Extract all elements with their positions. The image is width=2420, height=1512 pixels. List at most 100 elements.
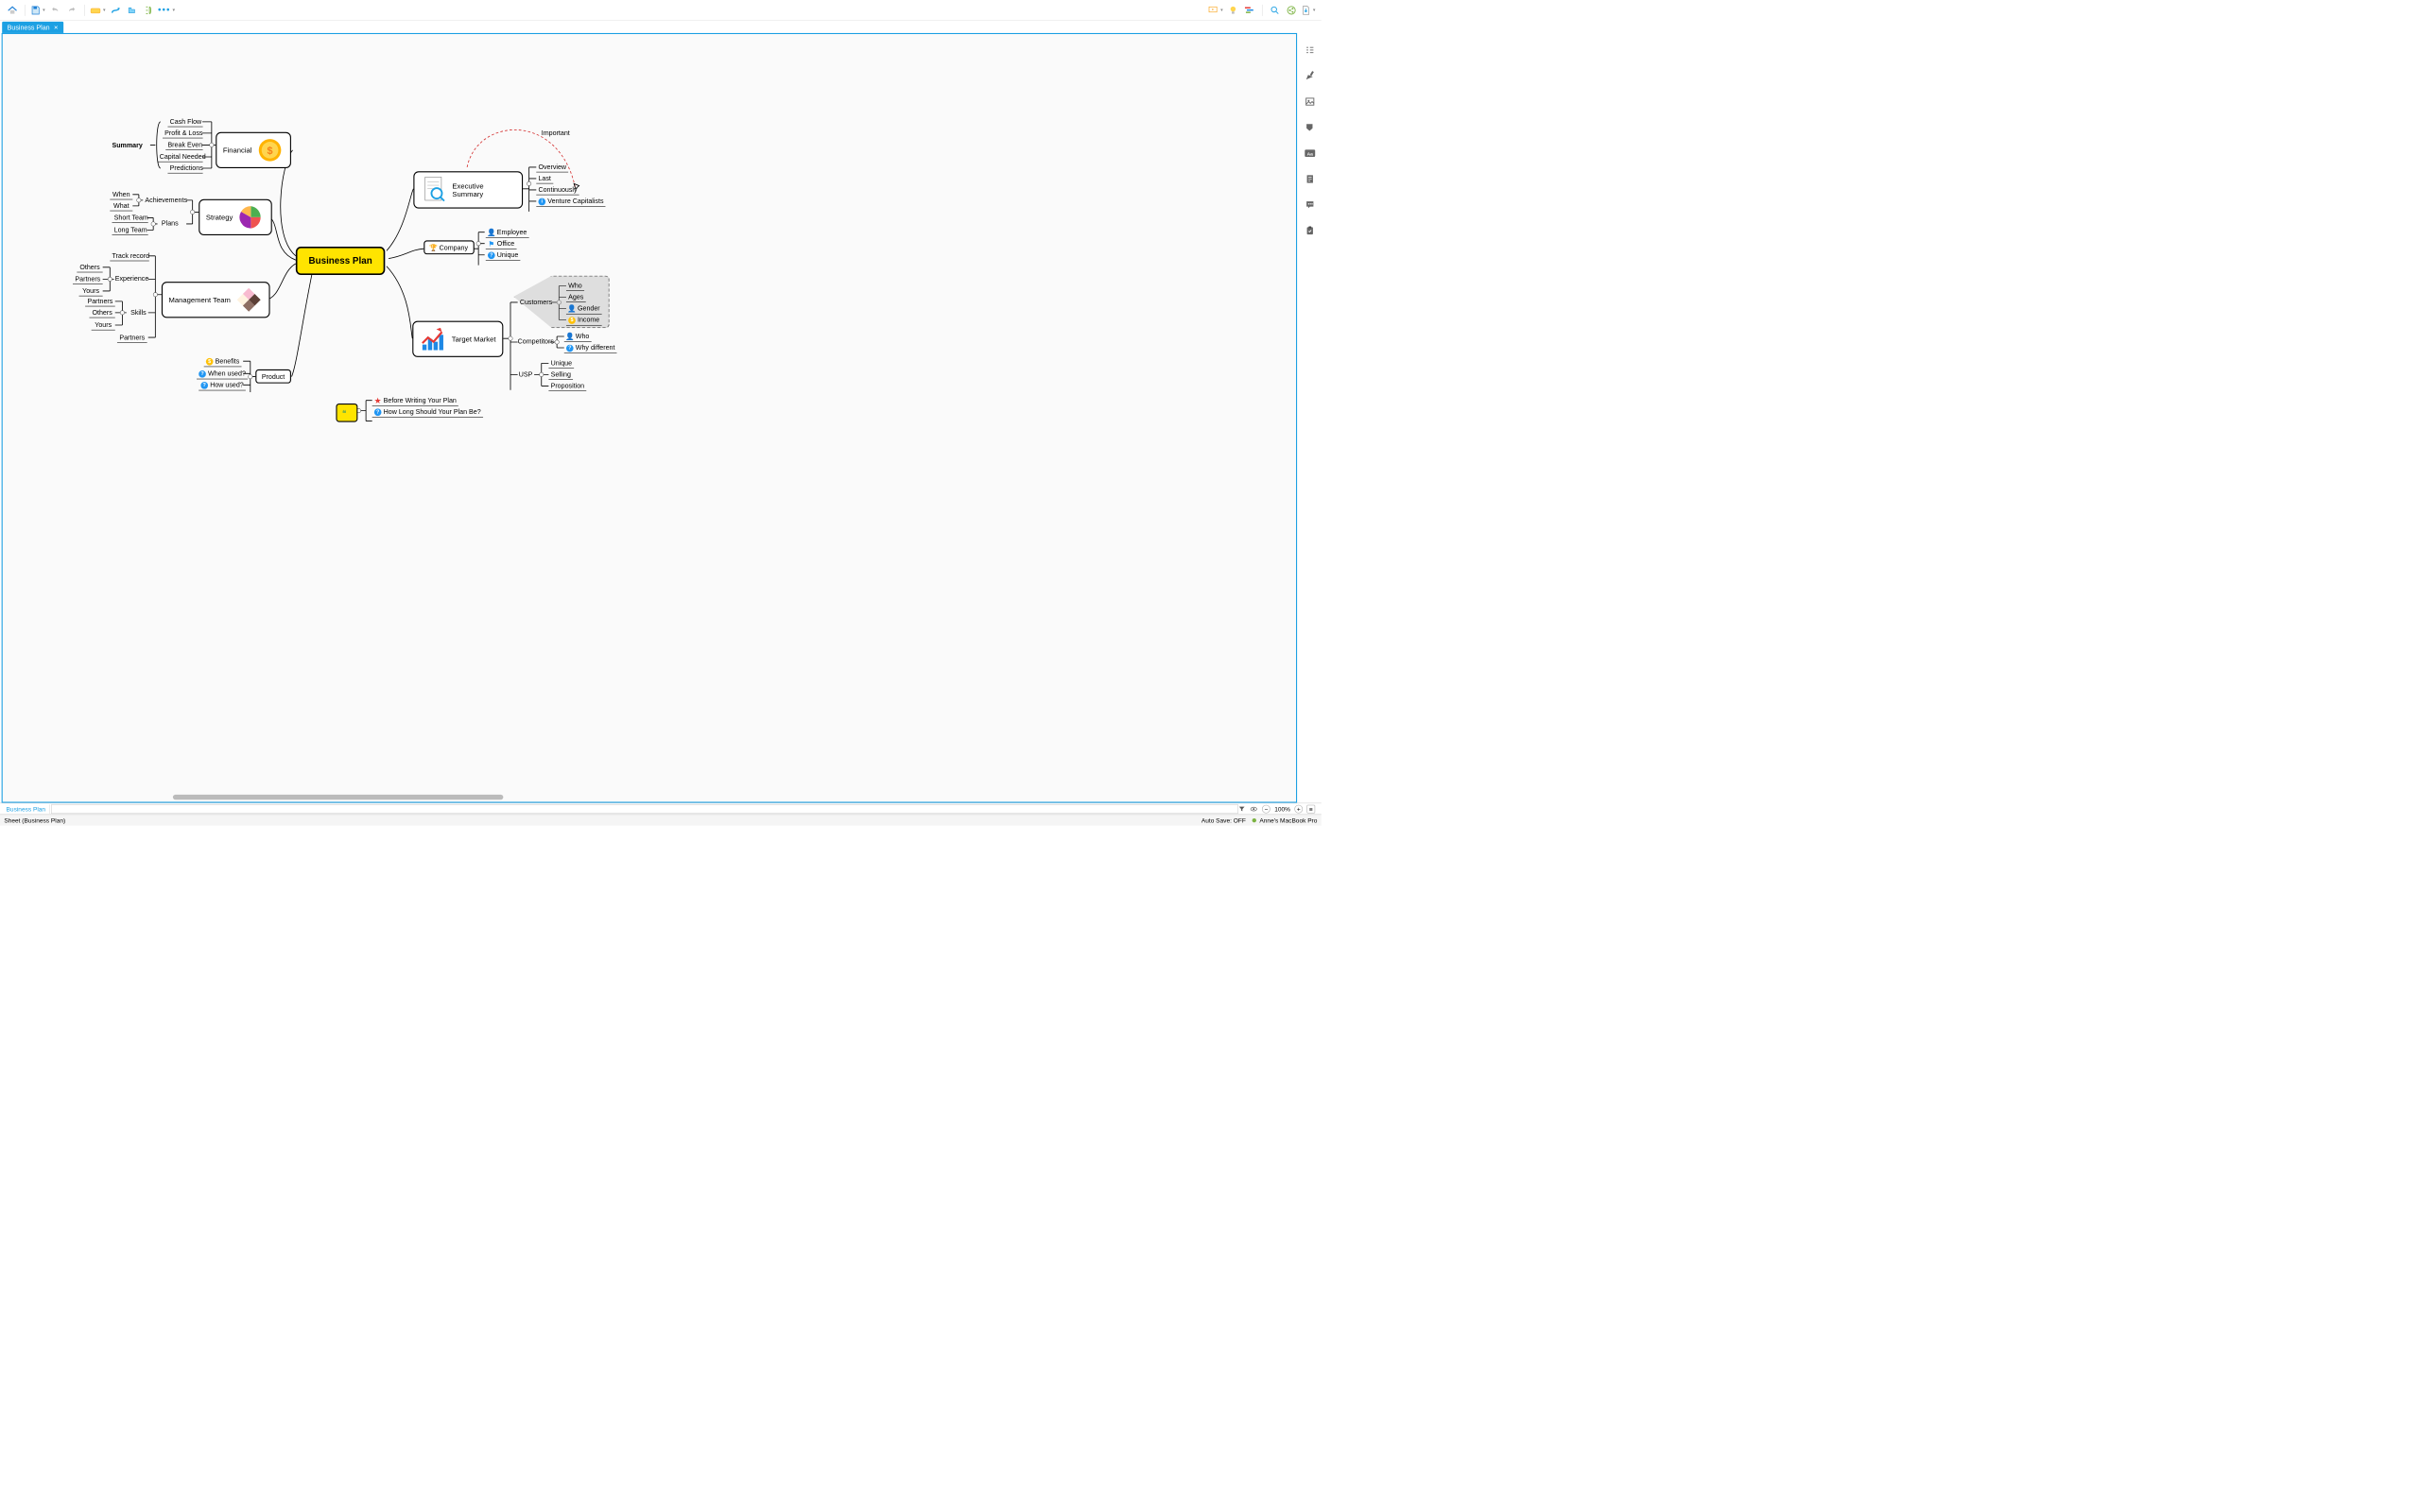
summary-button[interactable] [142, 3, 156, 17]
export-button[interactable]: ▼ [1301, 5, 1316, 16]
group-skills[interactable]: Skills [130, 309, 147, 317]
marker-icon[interactable] [1304, 121, 1317, 134]
node-label: Management Team [169, 296, 231, 304]
sheet-name-input[interactable] [51, 804, 1238, 814]
search-button[interactable] [1268, 3, 1282, 17]
node-product[interactable]: Product [255, 369, 291, 384]
leaf[interactable]: When [110, 189, 132, 199]
node-center[interactable]: Business Plan [296, 247, 385, 275]
leaf[interactable]: $Income [566, 315, 601, 325]
comments-icon[interactable] [1304, 198, 1317, 212]
share-button[interactable] [1284, 3, 1298, 17]
presentation-button[interactable]: ▼ [1207, 5, 1223, 15]
filter-icon[interactable] [1238, 805, 1246, 813]
notes-icon[interactable] [1304, 172, 1317, 185]
leaf[interactable]: Selling [548, 369, 573, 380]
relationship-label[interactable]: Important [542, 129, 570, 137]
leaf[interactable]: Ages [566, 292, 586, 302]
leaf[interactable]: Continuously [536, 184, 579, 195]
group-plans[interactable]: Plans [162, 219, 179, 227]
node-company[interactable]: 🏆 Company [424, 240, 474, 254]
leaf[interactable]: ⚑Office [486, 238, 517, 249]
redo-button[interactable] [64, 3, 78, 17]
status-autosave: Auto Save: OFF [1201, 816, 1246, 824]
leaf[interactable]: Last [536, 173, 553, 183]
image-icon[interactable] [1304, 94, 1317, 108]
svg-text:$: $ [268, 146, 273, 157]
leaf[interactable]: Track record [110, 250, 148, 261]
leaf[interactable]: Short Team [112, 213, 147, 223]
group-achievements[interactable]: Achievements [145, 196, 187, 203]
leaf[interactable]: Partners [117, 333, 147, 343]
leaf[interactable]: What [110, 200, 132, 211]
mindmap-canvas[interactable]: Business Plan Financial $ Summary Cash F… [2, 33, 1297, 803]
svg-text:Aa: Aa [1307, 151, 1314, 157]
close-tab-icon[interactable]: × [54, 24, 58, 32]
brainstorm-button[interactable] [1226, 3, 1240, 17]
leaf[interactable]: ★Before Writing Your Plan [372, 395, 458, 405]
leaf[interactable]: ?Unique [486, 249, 521, 260]
leaf[interactable]: Capital Needed [158, 152, 203, 163]
node-exec-summary[interactable]: Executive Summary [413, 171, 523, 208]
node-strategy[interactable]: Strategy [199, 199, 272, 235]
save-button[interactable]: ▼ [30, 5, 45, 15]
leaf[interactable]: Yours [79, 285, 103, 296]
node-management[interactable]: Management Team [162, 282, 269, 318]
leaf[interactable]: Others [89, 307, 114, 318]
node-label: Target Market [452, 335, 496, 343]
style-icon[interactable] [1304, 69, 1317, 82]
zoom-menu-button[interactable]: ≡ [1306, 804, 1315, 813]
leaf[interactable]: iVenture Capitalists [536, 196, 605, 206]
horizontal-scrollbar[interactable] [173, 795, 503, 799]
gantt-button[interactable] [1242, 3, 1256, 17]
leaf[interactable]: Others [77, 262, 102, 272]
node-target-market[interactable]: Target Market [412, 321, 503, 357]
document-tab[interactable]: Business Plan × [2, 22, 63, 33]
outline-icon[interactable] [1304, 43, 1317, 57]
task-icon[interactable] [1304, 224, 1317, 237]
zoom-value: 100% [1274, 805, 1290, 813]
zoom-out-button[interactable]: − [1262, 804, 1270, 813]
trophy-icon: 🏆 [430, 244, 438, 251]
sheet-bar: Business Plan − 100% + ≡ [0, 803, 1322, 815]
leaf[interactable]: Profit & Loss [163, 128, 203, 138]
leaf[interactable]: Proposition [548, 381, 586, 391]
leaf[interactable]: Long Team [112, 225, 147, 235]
leaf[interactable]: $Benefits [204, 356, 242, 367]
leaf[interactable]: ?When used? [197, 369, 248, 379]
node-floating[interactable]: ❝ [336, 404, 357, 422]
status-bar: Sheet (Business Plan) Auto Save: OFF Ann… [0, 815, 1322, 826]
group-customers[interactable]: Customers [520, 299, 552, 306]
leaf[interactable]: Cash Flow [167, 116, 202, 127]
leaf[interactable]: ?How used? [199, 380, 246, 390]
undo-button[interactable] [48, 3, 62, 17]
leaf[interactable]: Predictions [167, 163, 202, 174]
leaf[interactable]: ?How Long Should Your Plan Be? [372, 406, 483, 417]
sheet-tab[interactable]: Business Plan [2, 804, 50, 814]
group-experience[interactable]: Experience [115, 274, 149, 282]
more-button[interactable]: •••▼ [158, 5, 176, 15]
leaf[interactable]: 👤Employee [486, 227, 529, 237]
leaf[interactable]: Break Even [165, 140, 202, 150]
group-competitors[interactable]: Competitors [518, 337, 554, 345]
leaf[interactable]: Unique [548, 358, 574, 369]
svg-text:❝: ❝ [342, 409, 347, 417]
group-usp[interactable]: USP [519, 370, 533, 378]
leaf[interactable]: Partners [73, 274, 103, 284]
zoom-in-button[interactable]: + [1294, 804, 1303, 813]
leaf[interactable]: Who [566, 281, 584, 291]
leaf[interactable]: Partners [85, 296, 115, 306]
visibility-icon[interactable] [1250, 805, 1258, 813]
boundary-button[interactable] [125, 3, 139, 17]
node-financial[interactable]: Financial $ [216, 132, 291, 168]
home-icon[interactable] [5, 3, 19, 17]
text-icon[interactable]: Aa [1304, 146, 1317, 160]
leaf[interactable]: Yours [92, 320, 115, 331]
relationship-button[interactable] [109, 3, 123, 17]
leaf[interactable]: ?Why different [564, 343, 617, 353]
sync-status-dot [1252, 818, 1255, 822]
topic-button[interactable]: ▼ [90, 6, 106, 15]
leaf[interactable]: Overview [536, 162, 568, 172]
leaf[interactable]: 👤Gender [566, 303, 602, 314]
leaf[interactable]: 👤Who [564, 332, 592, 342]
